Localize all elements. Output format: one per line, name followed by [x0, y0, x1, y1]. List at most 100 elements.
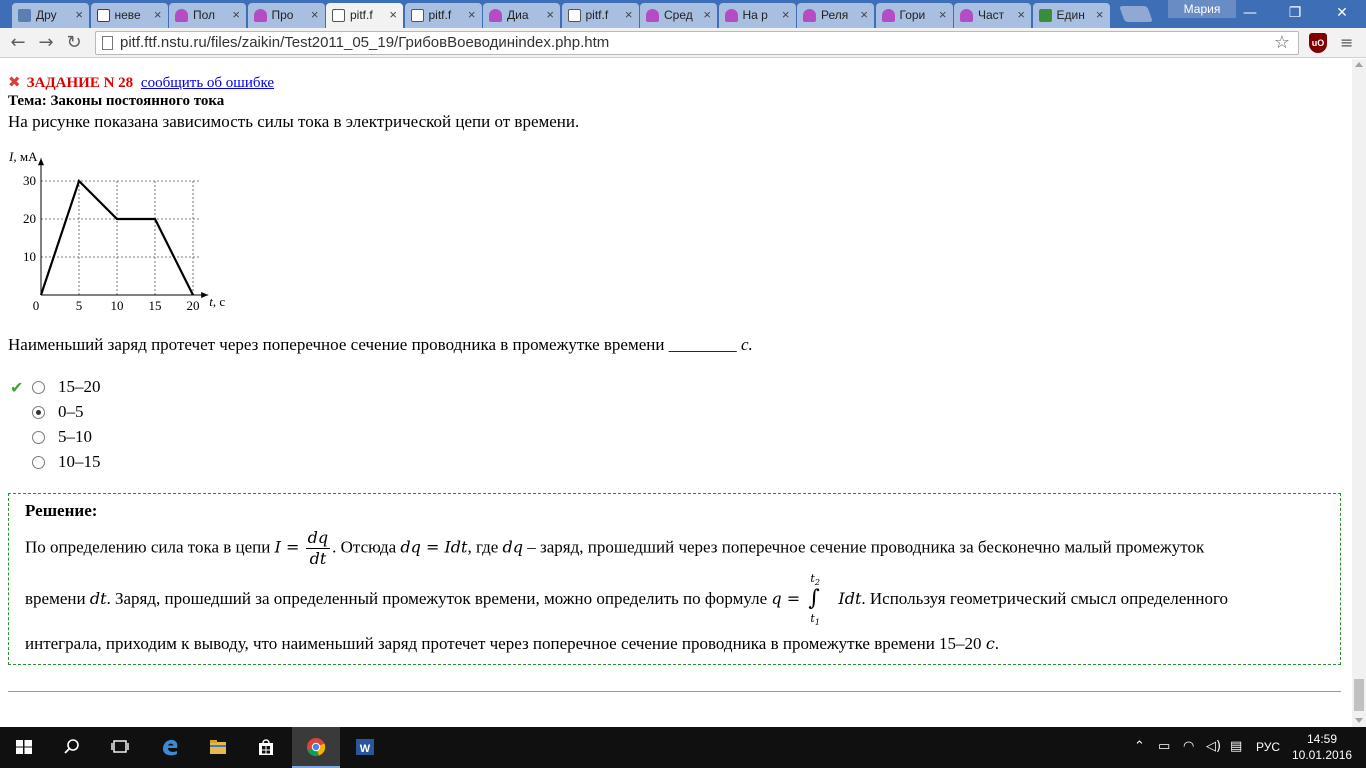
close-tab-icon[interactable]: ×	[154, 7, 162, 22]
close-tab-icon[interactable]: ×	[75, 7, 83, 22]
answer-option[interactable]: ✔ 15–20	[10, 377, 150, 402]
solution-text: . Используя геометрический смысл определ…	[861, 588, 1228, 608]
new-tab-button[interactable]	[1119, 6, 1153, 22]
word-button[interactable]: W	[341, 727, 389, 768]
restore-icon[interactable]: ❐	[1273, 2, 1317, 24]
answer-option[interactable]: 5–10	[10, 427, 150, 452]
solution-text: интеграла, приходим к выводу, что наимен…	[25, 634, 986, 653]
forward-icon[interactable]: →	[34, 31, 58, 55]
chrome-button[interactable]	[292, 727, 340, 768]
report-error-link[interactable]: сообщить об ошибке	[141, 75, 274, 91]
show-hidden-icons-chevron-icon[interactable]: ⌃	[1134, 739, 1145, 754]
close-tab-icon[interactable]: ×	[1017, 7, 1025, 22]
answer-radio[interactable]	[32, 456, 45, 469]
close-tab-icon[interactable]: ×	[782, 7, 790, 22]
minimize-icon[interactable]: —	[1228, 2, 1272, 24]
close-tab-icon[interactable]: ×	[232, 7, 240, 22]
tab-strip: Мария — ❐ ✕ Дру × неве × Пол × Про × pitf.f × pitf…	[0, 0, 1366, 28]
browser-tab[interactable]: неве ×	[90, 3, 168, 28]
browser-tab[interactable]: На р ×	[718, 3, 796, 28]
scroll-down-icon[interactable]	[1355, 718, 1363, 723]
close-window-icon[interactable]: ✕	[1320, 2, 1364, 24]
scroll-thumb[interactable]	[1354, 679, 1364, 711]
browser-tab[interactable]: Про ×	[247, 3, 325, 28]
edu-icon	[1038, 9, 1052, 22]
battery-icon[interactable]: ▭	[1158, 739, 1170, 754]
close-tab-icon[interactable]: ×	[311, 7, 319, 22]
browser-tab[interactable]: Дру ×	[12, 3, 89, 28]
fraction-denominator: dt	[309, 549, 327, 568]
scroll-up-icon[interactable]	[1355, 62, 1363, 67]
y-tick-label: 30	[23, 173, 36, 188]
notifications-icon[interactable]: ▤	[1230, 739, 1242, 754]
vk-icon	[18, 9, 31, 22]
yandex-icon	[96, 9, 110, 22]
task-view-button[interactable]	[96, 727, 144, 768]
page-scrollbar[interactable]	[1352, 59, 1366, 727]
x-tick-label: 5	[76, 298, 83, 313]
close-tab-icon[interactable]: ×	[1096, 7, 1104, 22]
answer-radio[interactable]	[32, 431, 45, 444]
wifi-icon[interactable]: ◠	[1183, 739, 1194, 754]
x-tick-label: 0	[33, 298, 40, 313]
start-button[interactable]	[0, 727, 48, 768]
menu-icon[interactable]: ≡	[1340, 33, 1353, 52]
page-icon	[102, 36, 113, 50]
solution-text: времени	[25, 588, 90, 608]
browser-tab[interactable]: pitf.f ×	[404, 3, 482, 28]
file-explorer-button[interactable]	[194, 727, 242, 768]
answer-radio[interactable]	[32, 381, 45, 394]
y-tick-label: 20	[23, 211, 36, 226]
reload-icon[interactable]: ↻	[62, 31, 86, 55]
back-icon[interactable]: ←	[6, 31, 30, 55]
clock-time: 14:59	[1306, 732, 1338, 746]
solution-unit: с	[985, 634, 995, 653]
ublock-extension-icon[interactable]: uO	[1309, 33, 1327, 53]
edge-browser-icon	[163, 739, 178, 756]
close-tab-icon[interactable]: ×	[546, 7, 554, 22]
integral-lower-limit: t1	[810, 612, 820, 628]
task-number: ЗАДАНИЕ N 28	[26, 75, 134, 91]
answer-radio[interactable]	[32, 406, 45, 419]
browser-tab[interactable]: pitf.f ×	[561, 3, 639, 28]
book-icon	[724, 9, 738, 22]
fraction-numerator: dq	[305, 528, 331, 549]
search-button[interactable]	[48, 727, 96, 768]
browser-toolbar: ← → ↻ pitf.ftf.nstu.ru/files/zaikin/Test…	[0, 28, 1366, 58]
browser-tab[interactable]: Част ×	[954, 3, 1031, 28]
bookmark-star-icon[interactable]: ☆	[1274, 32, 1290, 53]
close-tab-icon[interactable]: ×	[389, 7, 397, 22]
edge-button[interactable]	[146, 727, 194, 768]
word-icon: W	[356, 739, 374, 755]
close-tab-icon[interactable]: ×	[703, 7, 711, 22]
browser-tab[interactable]: Един ×	[1032, 3, 1110, 28]
task-topic: Тема: Законы постоянного тока	[8, 93, 225, 109]
book-icon	[803, 9, 816, 22]
browser-tab[interactable]: Реля ×	[797, 3, 874, 28]
tab-label: Един	[1056, 8, 1085, 22]
input-language[interactable]: РУС	[1256, 740, 1280, 754]
browser-tab[interactable]: Диа ×	[483, 3, 560, 28]
formula-fraction: dq dt	[305, 528, 331, 569]
browser-tab[interactable]: Гори ×	[875, 3, 953, 28]
answer-label: 0–5	[58, 402, 84, 421]
profile-button[interactable]: Мария	[1168, 0, 1236, 18]
book-icon	[253, 9, 267, 22]
solution-line-2: времени dt. Заряд, прошедший за определе…	[25, 572, 1228, 627]
system-clock[interactable]: 14:59 10.01.2016	[1292, 731, 1352, 763]
close-tab-icon[interactable]: ×	[939, 7, 947, 22]
browser-tab[interactable]: Сред ×	[640, 3, 717, 28]
answer-option[interactable]: 0–5	[10, 402, 150, 427]
close-tab-icon[interactable]: ×	[860, 7, 868, 22]
close-tab-icon[interactable]: ×	[468, 7, 476, 22]
browser-tab[interactable]: Пол ×	[169, 3, 246, 28]
volume-icon[interactable]: ◁)	[1206, 739, 1221, 754]
browser-tab[interactable]: pitf.f ×	[326, 3, 403, 28]
close-tab-icon[interactable]: ×	[625, 7, 633, 22]
answer-label: 10–15	[58, 452, 101, 471]
address-bar[interactable]: pitf.ftf.nstu.ru/files/zaikin/Test2011_0…	[95, 31, 1299, 55]
store-button[interactable]	[242, 727, 290, 768]
statement-unit: с.	[740, 335, 753, 354]
answer-option[interactable]: 10–15	[10, 452, 150, 477]
solution-text: . Отсюда	[332, 537, 401, 557]
